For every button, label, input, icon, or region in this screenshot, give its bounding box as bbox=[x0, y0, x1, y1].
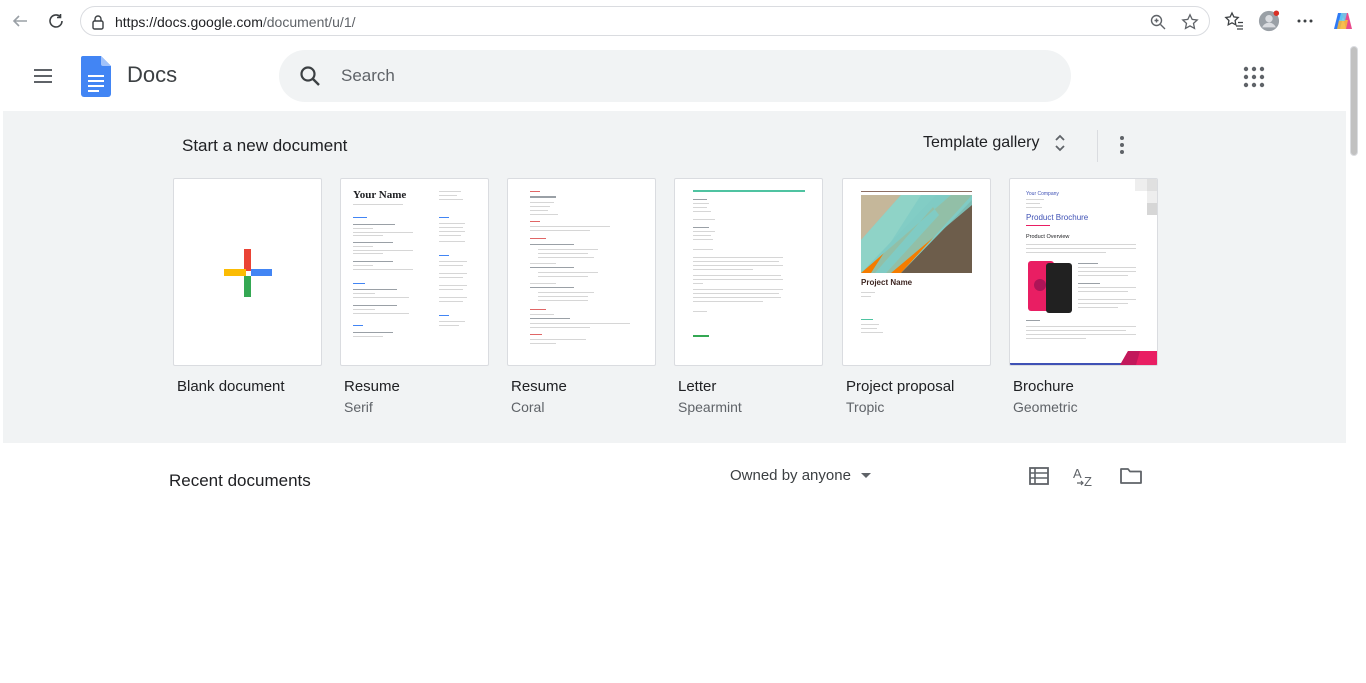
tropic-cover-art bbox=[861, 195, 972, 273]
unfold-icon bbox=[1054, 134, 1065, 152]
template-thumbnail[interactable]: Project Name bbox=[842, 178, 991, 366]
search-input[interactable]: Search bbox=[341, 66, 395, 86]
template-card-resume-coral[interactable]: Resume Coral bbox=[507, 178, 656, 415]
back-button[interactable] bbox=[8, 9, 32, 33]
template-thumbnail[interactable] bbox=[173, 178, 322, 366]
svg-text:Z: Z bbox=[1084, 474, 1092, 488]
template-title: Brochure bbox=[1013, 378, 1074, 395]
template-card-resume-serif[interactable]: Your Name Resume Serif bbox=[340, 178, 489, 415]
template-title: Letter bbox=[678, 378, 717, 395]
reload-icon bbox=[49, 14, 63, 28]
search-bar[interactable]: Search bbox=[279, 50, 1071, 102]
owner-filter-label: Owned by anyone bbox=[730, 467, 851, 484]
google-apps-icon[interactable] bbox=[1243, 66, 1265, 88]
template-subtitle: Spearmint bbox=[678, 399, 742, 415]
more-vertical-icon[interactable] bbox=[1113, 133, 1131, 157]
copilot-icon bbox=[1334, 13, 1352, 29]
template-title: Blank document bbox=[177, 378, 285, 395]
avatar-icon bbox=[1258, 10, 1280, 32]
owner-filter-dropdown[interactable]: Owned by anyone bbox=[730, 467, 871, 484]
dropdown-arrow-icon bbox=[860, 473, 871, 478]
template-gallery-label: Template gallery bbox=[923, 134, 1040, 151]
settings-more-button[interactable] bbox=[1294, 10, 1316, 32]
template-subtitle: Tropic bbox=[846, 399, 885, 415]
lock-icon[interactable] bbox=[89, 13, 107, 31]
url-path: /document/u/1/ bbox=[262, 14, 356, 30]
plus-icon bbox=[224, 249, 272, 297]
docs-app: Docs Search Start a new document Templat… bbox=[3, 42, 1346, 513]
recent-documents-heading: Recent documents bbox=[169, 471, 311, 490]
template-card-letter-spearmint[interactable]: Letter Spearmint bbox=[674, 178, 823, 415]
thumb-section: Product Overview bbox=[1026, 234, 1070, 240]
favorite-star-icon[interactable] bbox=[1181, 13, 1199, 31]
thumb-heading: Your Name bbox=[353, 189, 407, 201]
toolbar-divider bbox=[1097, 130, 1098, 162]
profile-button[interactable] bbox=[1258, 10, 1280, 32]
search-icon[interactable] bbox=[299, 65, 321, 87]
copilot-button[interactable] bbox=[1332, 10, 1354, 32]
template-section: Start a new document Template gallery Bl… bbox=[3, 111, 1346, 443]
app-name[interactable]: Docs bbox=[127, 62, 177, 88]
thumb-heading: Project Name bbox=[861, 278, 913, 287]
template-thumbnail[interactable]: Your Company Product Brochure Product Ov… bbox=[1009, 178, 1158, 366]
template-subtitle: Serif bbox=[344, 399, 373, 415]
sort-az-icon[interactable]: A Z bbox=[1073, 464, 1097, 488]
zoom-icon[interactable] bbox=[1149, 13, 1167, 31]
page-scrollbar[interactable] bbox=[1346, 42, 1366, 513]
list-view-icon[interactable] bbox=[1027, 464, 1051, 488]
blank-area bbox=[0, 513, 1366, 683]
url-host: https://docs.google.com bbox=[115, 14, 263, 30]
svg-text:A: A bbox=[1073, 466, 1082, 481]
url-text[interactable]: https://docs.google.com/document/u/1/ bbox=[115, 14, 356, 30]
template-thumbnail[interactable] bbox=[674, 178, 823, 366]
address-bar[interactable]: https://docs.google.com/document/u/1/ bbox=[80, 6, 1210, 36]
geometric-footer-art bbox=[1010, 351, 1157, 365]
thumb-company: Your Company bbox=[1026, 191, 1059, 197]
folder-icon[interactable] bbox=[1119, 464, 1143, 488]
favorites-button[interactable] bbox=[1223, 10, 1245, 32]
phone-photo bbox=[1028, 261, 1072, 313]
browser-toolbar: https://docs.google.com/document/u/1/ bbox=[0, 0, 1366, 42]
template-title: Resume bbox=[344, 378, 400, 395]
template-thumbnail[interactable] bbox=[507, 178, 656, 366]
template-title: Project proposal bbox=[846, 378, 955, 395]
more-horizontal-icon bbox=[1297, 19, 1313, 23]
reload-button[interactable] bbox=[44, 9, 68, 33]
template-subtitle: Coral bbox=[511, 399, 545, 415]
app-header: Docs Search bbox=[3, 42, 1346, 110]
template-card-project-proposal[interactable]: Project Name Project proposal Tropic bbox=[842, 178, 991, 415]
template-gallery-button[interactable]: Template gallery bbox=[911, 125, 1078, 161]
template-thumbnail[interactable]: Your Name bbox=[340, 178, 489, 366]
thumb-heading: Product Brochure bbox=[1026, 213, 1089, 222]
template-card-blank[interactable]: Blank document bbox=[173, 178, 322, 395]
back-arrow-icon bbox=[12, 15, 27, 27]
template-subtitle: Geometric bbox=[1013, 399, 1078, 415]
template-card-brochure[interactable]: Your Company Product Brochure Product Ov… bbox=[1009, 178, 1158, 415]
recent-documents-section: Recent documents Owned by anyone A Z bbox=[3, 443, 1346, 513]
favorites-list-icon bbox=[1224, 11, 1243, 30]
template-title: Resume bbox=[511, 378, 567, 395]
geometric-corner-art bbox=[1135, 179, 1157, 215]
main-menu-icon[interactable] bbox=[31, 64, 55, 88]
scrollbar-thumb[interactable] bbox=[1350, 46, 1358, 156]
docs-logo-icon[interactable] bbox=[81, 56, 111, 97]
templates-heading: Start a new document bbox=[182, 136, 348, 155]
